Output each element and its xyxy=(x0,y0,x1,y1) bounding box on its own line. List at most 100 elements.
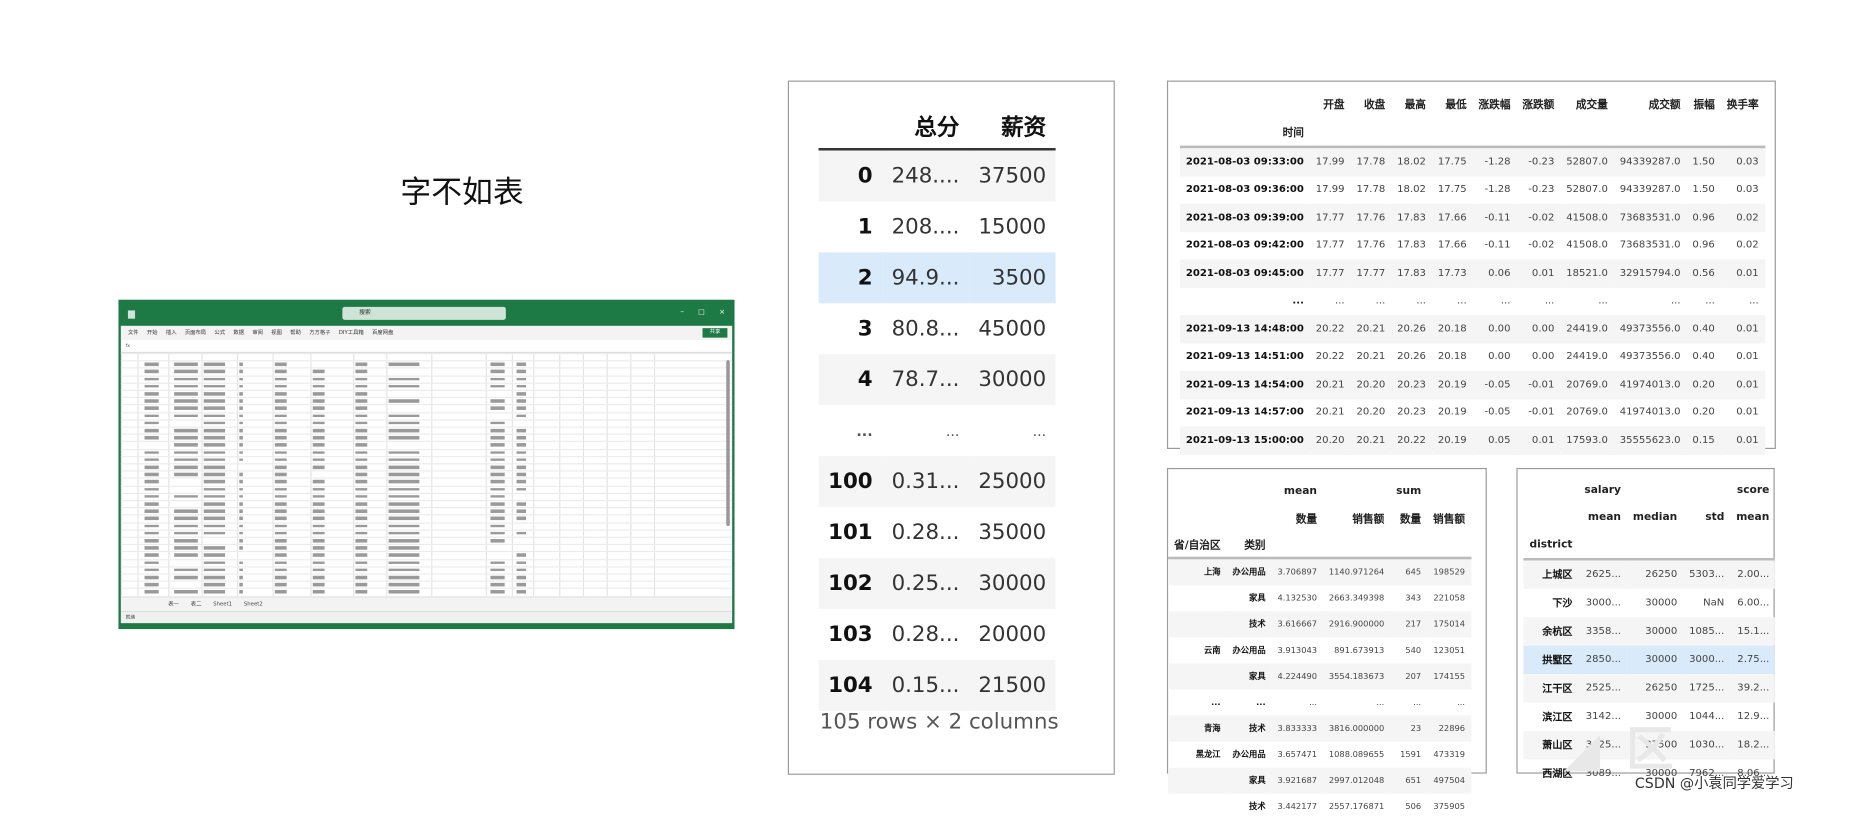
cell-text xyxy=(204,546,225,549)
cell-text xyxy=(355,466,367,469)
cell-text xyxy=(517,502,526,505)
row-index: 2021-08-03 09:39:00 xyxy=(1180,204,1310,232)
cell-text xyxy=(239,502,243,505)
ribbon-menu-item[interactable]: 文件 xyxy=(128,329,139,336)
cell: 20.23 xyxy=(1391,399,1432,427)
ribbon-menu-item[interactable]: 审阅 xyxy=(252,329,263,336)
grid-row xyxy=(121,507,732,508)
close-icon[interactable]: × xyxy=(719,308,725,316)
column-header: 成交量 xyxy=(1560,89,1613,117)
ribbon-menu-item[interactable]: 数据 xyxy=(233,329,244,336)
cell: 207 xyxy=(1390,663,1427,689)
ribbon-menu-item[interactable]: 插入 xyxy=(166,329,177,336)
cell: 94339287.0 xyxy=(1614,147,1687,176)
formula-bar[interactable]: fx xyxy=(121,340,732,353)
cell: 3.921687 xyxy=(1272,768,1323,794)
sheet-tab[interactable]: Sheet2 xyxy=(244,601,263,607)
share-button[interactable]: 共享 xyxy=(703,328,728,337)
cell-text xyxy=(145,407,159,410)
cell-text xyxy=(313,517,325,520)
cell-text xyxy=(145,458,159,461)
grid-row xyxy=(121,375,732,376)
cell-text xyxy=(355,502,367,505)
cell: 30000 xyxy=(1627,617,1683,645)
column-header: 数量 xyxy=(1390,505,1427,531)
grid-row xyxy=(121,471,732,472)
cell-text xyxy=(275,429,287,432)
cell-text xyxy=(174,414,198,417)
sheet-tab[interactable]: 表一 xyxy=(168,601,179,608)
cell-text xyxy=(313,502,325,505)
row-index: 104 xyxy=(819,660,882,711)
cell: 6.00... xyxy=(1730,589,1775,617)
row-index: 2021-09-13 14:48:00 xyxy=(1180,315,1310,343)
cell-text xyxy=(389,510,420,513)
cell: 20769.0 xyxy=(1560,371,1613,399)
cell-text xyxy=(389,546,420,549)
ribbon-menu-item[interactable]: 帮助 xyxy=(290,329,301,336)
ribbon-menu-item[interactable]: DIY工具箱 xyxy=(339,329,364,336)
column-header: 最高 xyxy=(1391,89,1432,117)
cell-text xyxy=(239,370,243,373)
cell: 20.20 xyxy=(1351,371,1392,399)
cell-text xyxy=(145,414,159,417)
cell-text xyxy=(275,363,287,366)
grid-row xyxy=(121,456,732,457)
cell-text xyxy=(389,473,420,476)
row-index: 101 xyxy=(819,507,882,558)
row-index: 云南 xyxy=(1168,637,1226,663)
maximize-icon[interactable]: □ xyxy=(698,308,705,316)
cell-text xyxy=(239,583,243,586)
cell: 4.224490 xyxy=(1272,663,1323,689)
cell: -0.05 xyxy=(1473,399,1517,427)
cell-text xyxy=(275,444,287,447)
spreadsheet-grid[interactable] xyxy=(121,353,732,597)
excel-search-box[interactable]: 搜索 xyxy=(342,307,505,320)
cell-text xyxy=(204,444,225,447)
cell-text xyxy=(490,488,504,491)
ribbon-menu-item[interactable]: 公式 xyxy=(214,329,225,336)
vertical-scrollbar[interactable] xyxy=(726,360,730,526)
ribbon-menu-item[interactable]: 页面布局 xyxy=(185,329,206,336)
sheet-tab[interactable]: Sheet1 xyxy=(213,601,232,607)
ribbon-menu-item[interactable]: 开始 xyxy=(147,329,158,336)
grid-row xyxy=(121,529,732,530)
cell-text xyxy=(355,517,367,520)
cell-text xyxy=(239,495,243,498)
cell-text xyxy=(490,517,504,520)
ribbon-menu-item[interactable]: 百度网盘 xyxy=(372,329,393,336)
cell-text xyxy=(389,480,420,483)
cell-text xyxy=(145,561,159,564)
cell-text xyxy=(275,568,287,571)
index-name: district xyxy=(1524,531,1579,559)
cell-text xyxy=(313,510,325,513)
cell-text xyxy=(490,583,504,586)
cell: ... xyxy=(969,405,1056,456)
table-row: 家具 3.921687 2997.012048 651 497504 xyxy=(1168,768,1471,794)
cell-text xyxy=(517,561,526,564)
cell-text xyxy=(239,392,243,395)
cell-text xyxy=(313,392,325,395)
column-header: 总分 xyxy=(882,103,969,149)
cell: 12.9... xyxy=(1730,703,1775,731)
cell: 0.28... xyxy=(882,609,969,660)
cell: 17.77 xyxy=(1310,259,1351,287)
minimize-icon[interactable]: – xyxy=(680,308,684,316)
grid-row xyxy=(121,434,732,435)
dataframe-stock-prices: 开盘 收盘 最高 最低 涨跌幅 涨跌额 成交量 成交额 振幅 换手率 时间 2021-08-03 09… xyxy=(1167,81,1776,449)
ribbon-menu-item[interactable]: 视图 xyxy=(271,329,282,336)
cell-text xyxy=(313,488,325,491)
cell: 20.23 xyxy=(1391,371,1432,399)
cell: 3.442177 xyxy=(1272,794,1323,820)
cell: 73683531.0 xyxy=(1614,204,1687,232)
cell-text xyxy=(239,590,243,593)
cell: ... xyxy=(1686,287,1720,315)
sheet-tab[interactable]: 表二 xyxy=(191,601,202,608)
cell-text xyxy=(355,399,367,402)
column-header: median xyxy=(1627,503,1683,530)
ribbon-menu-item[interactable]: 方方格子 xyxy=(309,329,330,336)
row-index: 家具 xyxy=(1227,768,1272,794)
cell-text xyxy=(490,377,504,380)
table-row: 拱墅区 2850... 30000 3000... 2.75... xyxy=(1524,646,1776,674)
cell-text xyxy=(490,444,504,447)
